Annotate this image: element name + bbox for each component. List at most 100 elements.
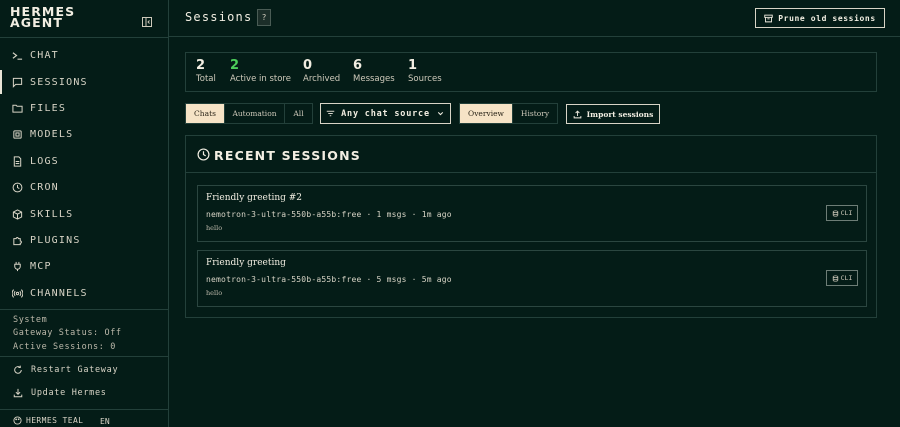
stat-messages: 6 Messages: [353, 58, 395, 85]
download-icon: [13, 388, 23, 398]
sidebar-divider: [0, 409, 169, 410]
stat-label: Messages: [353, 74, 395, 84]
stat-label: Total: [196, 74, 216, 84]
active-sessions-count: Active Sessions: 0: [13, 342, 116, 352]
sidebar-item-models[interactable]: MODELS: [0, 122, 168, 146]
clock-icon: [197, 148, 210, 161]
clock-icon: [12, 182, 23, 193]
palette-icon: [13, 416, 22, 425]
sidebar-item-label: FILES: [30, 102, 67, 114]
refresh-icon: [14, 365, 22, 374]
sidebar-item-label: CHANNELS: [30, 287, 88, 299]
sidebar-item-channels[interactable]: CHANNELS: [0, 281, 168, 305]
package-icon: [12, 208, 23, 220]
restart-gateway-label: Restart Gateway: [31, 365, 119, 375]
view-tabs: Overview History: [459, 103, 558, 124]
update-hermes-label: Update Hermes: [31, 388, 107, 398]
sidebar-item-label: PLUGINS: [30, 234, 81, 246]
tab-automation[interactable]: Automation: [225, 104, 285, 123]
sidebar-item-mcp[interactable]: MCP: [0, 254, 168, 278]
file-text-icon: [12, 155, 23, 167]
stat-label: Sources: [408, 74, 442, 84]
sidebar-item-label: LOGS: [30, 155, 59, 167]
source-badge: CLI: [826, 270, 858, 286]
stat-value: 0: [303, 58, 313, 73]
sidebar-item-cron[interactable]: CRON: [0, 175, 168, 199]
sidebar-item-label: CRON: [30, 181, 59, 193]
sidebar-item-logs[interactable]: LOGS: [0, 149, 168, 173]
prune-old-sessions-button[interactable]: Prune old sessions: [755, 8, 885, 28]
database-icon: [832, 274, 838, 282]
theme-label: HERMES TEAL: [26, 416, 84, 425]
source-label: CLI: [840, 274, 853, 282]
import-sessions-button[interactable]: Import sessions: [566, 104, 660, 124]
chevron-down-icon: [437, 112, 443, 116]
sidebar-item-sessions[interactable]: SESSIONS: [0, 70, 168, 94]
source-badge: CLI: [826, 205, 858, 221]
session-meta: nemotron-3-ultra-550b-a55b:free · 5 msgs…: [206, 275, 452, 284]
tab-history[interactable]: History: [513, 104, 557, 123]
plug-icon: [12, 261, 23, 272]
restart-gateway-button[interactable]: Restart Gateway: [13, 362, 163, 378]
folder-icon: [12, 103, 23, 114]
sidebar: HERMES AGENT CHAT SESSIONS FILES MODELS …: [0, 0, 169, 427]
sidebar-item-label: CHAT: [30, 49, 59, 61]
stat-total: 2 Total: [196, 58, 216, 85]
language-switcher[interactable]: EN: [100, 417, 110, 426]
stat-value: 2: [196, 58, 206, 73]
archive-icon: [764, 14, 773, 22]
sidebar-item-label: MODELS: [30, 128, 74, 140]
chat-source-select[interactable]: Any chat source: [320, 103, 451, 124]
source-label: CLI: [840, 209, 853, 217]
import-label: Import sessions: [586, 109, 654, 119]
session-preview: hello: [206, 289, 223, 297]
stat-label: Archived: [303, 74, 341, 84]
page-title: Sessions: [185, 10, 253, 24]
sidebar-item-skills[interactable]: SKILLS: [0, 202, 168, 226]
chat-source-value: Any chat source: [341, 108, 430, 119]
help-button[interactable]: ?: [257, 9, 271, 26]
sidebar-item-plugins[interactable]: PLUGINS: [0, 228, 168, 252]
session-title: Friendly greeting #2: [206, 193, 303, 203]
gateway-status: Gateway Status: Off: [13, 328, 122, 338]
tab-all[interactable]: All: [285, 104, 312, 123]
terminal-icon: [12, 50, 23, 61]
puzzle-icon: [12, 235, 23, 246]
system-heading: System: [13, 315, 48, 325]
stat-active: 2 Active in store: [230, 59, 291, 85]
upload-icon: [573, 109, 581, 118]
stat-value: 6: [353, 58, 363, 73]
sidebar-divider: [0, 309, 169, 310]
message-square-icon: [12, 77, 23, 88]
radio-icon: [12, 288, 23, 299]
recent-sessions-panel: RECENT SESSIONS Friendly greeting #2 nem…: [185, 135, 877, 318]
sidebar-collapse-icon[interactable]: [142, 12, 152, 27]
kind-tabs: Chats Automation All: [185, 103, 313, 124]
cpu-icon: [12, 129, 23, 140]
tab-chats[interactable]: Chats: [186, 104, 225, 123]
brand-title: HERMES AGENT: [10, 4, 76, 30]
filter-icon: [326, 110, 335, 117]
sidebar-divider: [0, 356, 169, 357]
database-icon: [832, 209, 838, 217]
session-card[interactable]: Friendly greeting nemotron-3-ultra-550b-…: [197, 250, 867, 307]
theme-switcher[interactable]: HERMES TEAL: [13, 416, 83, 425]
sidebar-item-label: MCP: [30, 260, 52, 272]
session-title: Friendly greeting: [206, 258, 286, 268]
stat-archived: 0 Archived: [303, 58, 341, 85]
tab-overview[interactable]: Overview: [460, 104, 513, 123]
sidebar-item-label: SKILLS: [30, 208, 74, 220]
sidebar-item-files[interactable]: FILES: [0, 96, 168, 120]
session-card[interactable]: Friendly greeting #2 nemotron-3-ultra-55…: [197, 185, 867, 242]
recent-sessions-header: RECENT SESSIONS: [186, 136, 876, 173]
stat-label: Active in store: [230, 74, 291, 84]
prune-label: Prune old sessions: [778, 13, 876, 23]
brand: HERMES AGENT: [10, 4, 150, 30]
recent-sessions-title: RECENT SESSIONS: [214, 148, 361, 163]
sidebar-divider: [0, 37, 169, 38]
session-preview: hello: [206, 224, 223, 232]
stat-value: 1: [408, 58, 418, 73]
sidebar-item-chat[interactable]: CHAT: [0, 43, 168, 67]
session-meta: nemotron-3-ultra-550b-a55b:free · 1 msgs…: [206, 210, 452, 219]
update-hermes-button[interactable]: Update Hermes: [13, 385, 163, 401]
